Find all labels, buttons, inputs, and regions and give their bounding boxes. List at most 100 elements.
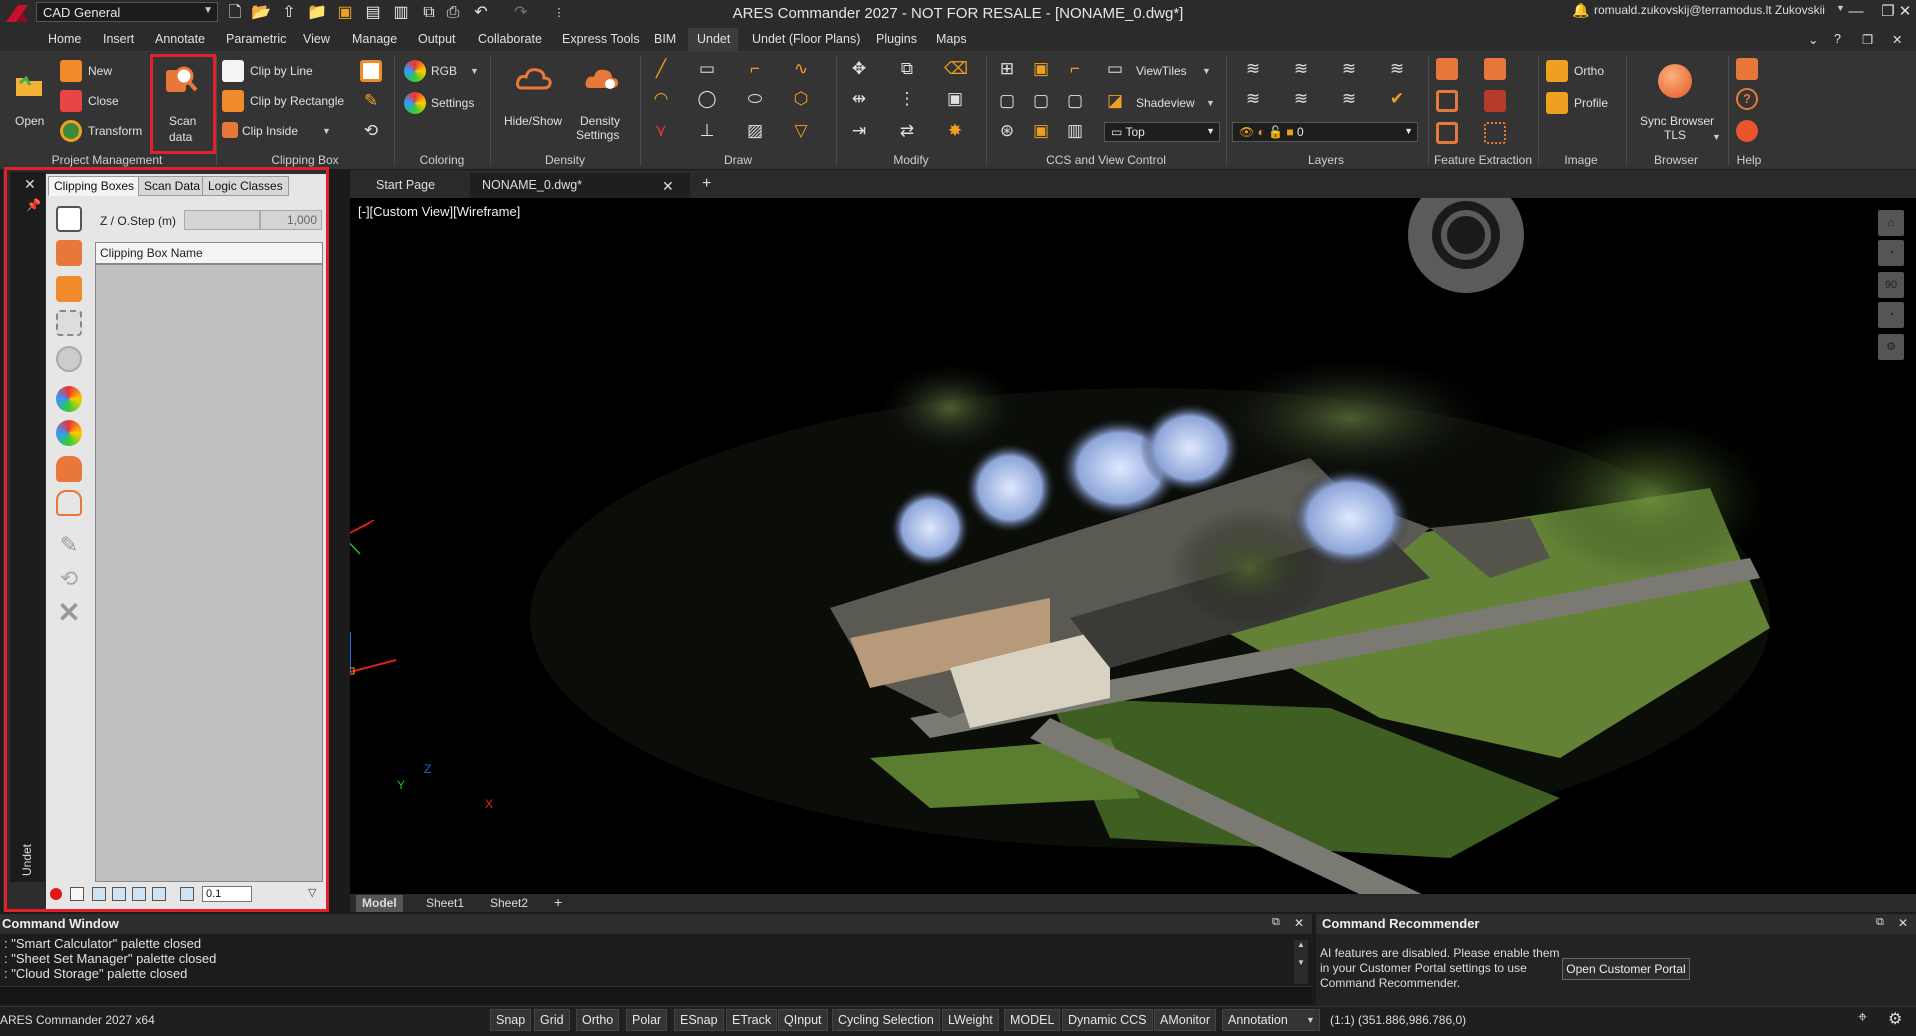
circle-icon[interactable]: ◯ [696,88,718,110]
clip-by-rectangle-button[interactable]: Clip by Rectangle [250,94,344,108]
new-clipping-box-icon[interactable] [56,206,82,232]
undo-icon[interactable]: ↶ [470,2,492,24]
menu-parametric[interactable]: Parametric [226,32,286,46]
roof-icon[interactable] [1484,58,1506,80]
user-account[interactable]: romuald.zukovskij@terramodus.lt Zukovski… [1594,3,1825,17]
box-tool-icon[interactable] [180,887,194,901]
clip-inside-icon[interactable] [222,122,238,138]
box-tool-icon[interactable] [92,887,106,901]
chevron-down-icon[interactable]: ▼ [1306,1015,1315,1025]
status-lweight[interactable]: LWeight [942,1009,999,1031]
density-settings-label-2[interactable]: Settings [576,128,619,142]
ortho-image-button[interactable]: Ortho [1574,64,1604,78]
command-input[interactable] [0,986,1312,1004]
region-icon[interactable]: ▽ [790,120,812,142]
filter-icon[interactable]: ▽ [308,886,322,902]
layer-state-icon[interactable]: ≋ [1290,58,1312,80]
pick-point-icon[interactable]: ✎ [56,532,82,558]
clip-by-line-button[interactable]: Clip by Line [250,64,313,78]
rotate-90-button[interactable]: 90 [1878,272,1904,298]
array-icon[interactable]: ⋮ [896,88,918,110]
tab-clipping-boxes[interactable]: Clipping Boxes [48,176,141,196]
transform-button[interactable]: Transform [88,124,142,138]
menu-express-tools[interactable]: Express Tools [562,32,640,46]
save-all-icon[interactable]: ▥ [390,2,412,24]
open-button[interactable]: Open [15,114,44,128]
menu-undet-floor-plans[interactable]: Undet (Floor Plans) [752,32,860,46]
layer-select[interactable]: 👁 ◐ 🔓 ■ 0 ▼ [1232,122,1418,142]
copy-entity-icon[interactable]: ⧉ [896,58,918,80]
cloud-hide-show-icon[interactable] [516,66,552,92]
clip-by-line-icon[interactable] [222,60,244,82]
transform-icon[interactable] [60,120,82,142]
clip-edit-icon[interactable]: ✎ [360,90,382,112]
nav-settings-gear-icon[interactable]: ⚙ [1878,334,1904,360]
tab-sheet1[interactable]: Sheet1 [420,895,470,912]
named-views-icon[interactable]: ▥ [1064,120,1086,142]
home-view-icon[interactable]: ⌂ [1878,210,1904,236]
zstep-value[interactable]: 1,000 [260,210,322,230]
chevron-down-icon[interactable]: ▼ [1206,98,1215,108]
tab-model[interactable]: Model [356,895,403,912]
color-by-box-icon[interactable] [56,386,82,412]
polygon-icon[interactable]: ⬡ [790,88,812,110]
sync-browser-label-2[interactable]: TLS [1664,128,1686,142]
density-settings-icon[interactable] [584,66,620,92]
coloring-settings-icon[interactable] [404,92,426,114]
viewtiles-icon[interactable]: ▭ [1104,58,1126,80]
save-as-icon[interactable]: ▤ [362,2,384,24]
panel-side-label[interactable]: Undet [20,844,34,876]
color-settings-icon[interactable] [56,420,82,446]
layer-lock-icon[interactable]: ≋ [1290,88,1312,110]
drawing-viewport[interactable] [350,198,1916,894]
sync-browser-label-1[interactable]: Sync Browser [1640,114,1714,128]
hide-show-button[interactable]: Hide/Show [504,114,562,128]
menu-bim[interactable]: BIM [654,32,676,46]
ribbon-options-icon[interactable]: ⌄ [1808,32,1818,47]
ccs-origin-icon[interactable]: ⌐ [1064,58,1086,80]
zstep-input-disabled[interactable] [184,210,260,230]
pin-icon[interactable]: 📌 [26,198,41,212]
point-icon[interactable]: ⊥ [696,120,718,142]
mesh-icon[interactable] [1484,90,1506,112]
menu-plugins[interactable]: Plugins [876,32,917,46]
close-icon[interactable]: ✕ [1294,916,1304,930]
status-etrack[interactable]: ETrack [726,1009,778,1031]
tab-start-page[interactable]: Start Page [364,173,447,198]
clip-inside-button[interactable]: Clip Inside [242,124,298,138]
red-pin-icon[interactable] [50,888,62,900]
status-dynamic-ccs[interactable]: Dynamic CCS [1062,1009,1153,1031]
clip-box-rect-icon[interactable] [56,310,82,336]
copy-icon[interactable]: ⧉ [418,2,440,24]
clip-reset-icon[interactable]: ⟲ [360,120,382,142]
reset-icon[interactable]: ⟲ [56,566,82,592]
ellipse-icon[interactable]: ⬭ [744,88,766,110]
bell-icon[interactable]: 🔔 [1572,2,1589,19]
about-icon[interactable] [1736,120,1758,142]
clipping-box-list[interactable] [95,264,323,882]
tab-sheet2[interactable]: Sheet2 [484,895,534,912]
profile-image-button[interactable]: Profile [1574,96,1608,110]
new-file-icon[interactable]: 🗋 [224,2,246,24]
status-amonitor[interactable]: AMonitor [1154,1009,1217,1031]
clip-box-sphere-icon[interactable] [56,346,82,372]
layer-manager-icon[interactable]: ≋ [1242,58,1264,80]
extend-icon[interactable]: ⇄ [896,120,918,142]
menu-home[interactable]: Home [48,32,81,46]
clip-by-rectangle-icon[interactable] [222,90,244,112]
turn-view-icon[interactable]: ◔ [1878,302,1904,328]
rgb-button[interactable]: RGB [431,64,457,78]
front-view-icon[interactable]: ▢ [996,90,1018,112]
menu-view[interactable]: View [303,32,330,46]
clipping-box-name-header[interactable]: Clipping Box Name [95,242,323,264]
box-tool-icon[interactable] [70,887,84,901]
cloud-outline-icon[interactable] [56,490,82,516]
chevron-down-icon[interactable]: ▼ [322,126,331,136]
box-tool-icon[interactable] [112,887,126,901]
3p-plane-icon[interactable] [1436,58,1458,80]
layer-iso-icon[interactable]: ≋ [1338,58,1360,80]
location-pin-icon[interactable]: ⌖ [1858,1009,1867,1027]
viewtiles-button[interactable]: ViewTiles [1136,64,1187,78]
scan-data-icon[interactable] [164,62,198,96]
float-icon[interactable]: ⧉ [1272,916,1280,929]
